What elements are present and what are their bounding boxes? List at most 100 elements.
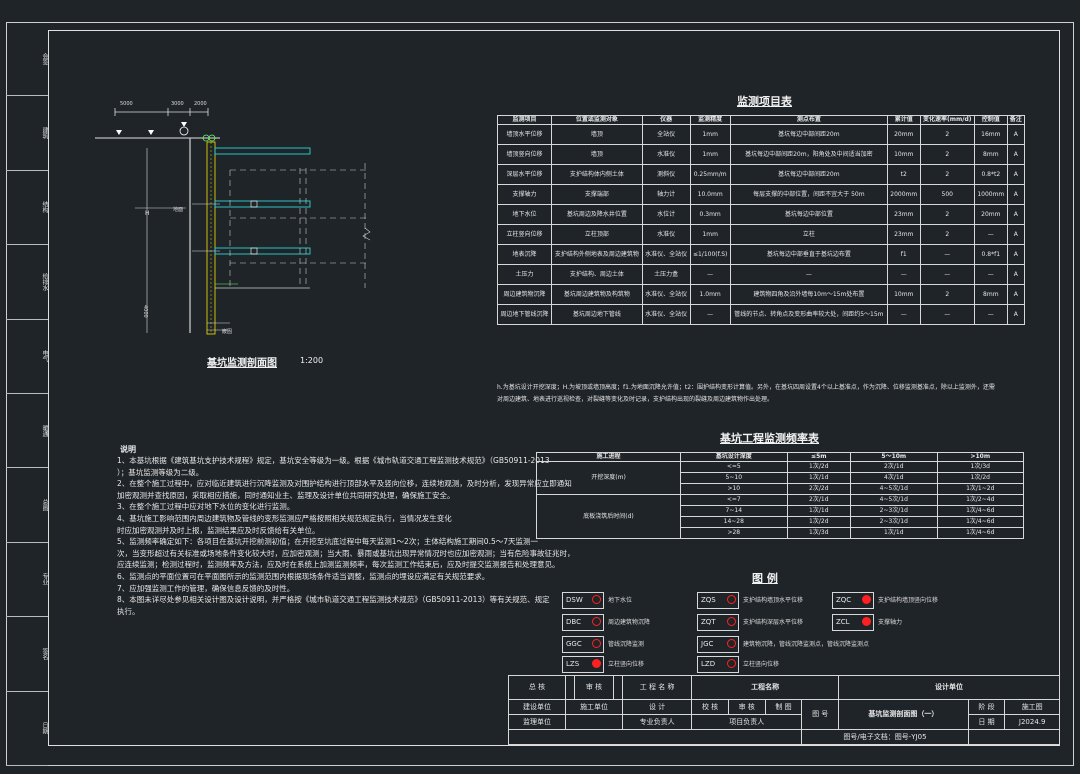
monitor-header-cell: 控制值 <box>974 115 1008 125</box>
monitor-cell: 1.0mm <box>689 284 731 305</box>
ground-label: 地面 <box>173 207 184 213</box>
monitor-cell: 16mm <box>974 124 1008 145</box>
notes-heading: 说明 <box>120 445 136 454</box>
section-drawing <box>95 108 371 335</box>
freq-header-cell: ≤5m <box>786 452 852 462</box>
section-title: 基坑监测剖面图 <box>207 358 277 369</box>
monitor-cell: — <box>974 264 1008 285</box>
monitor-cell: — <box>729 264 888 285</box>
dim-side: 4000 <box>142 305 148 318</box>
monitor-cell: 10mm <box>886 284 921 305</box>
legend-symbol-icon <box>727 639 736 648</box>
freq-cell: 1次/3d <box>786 527 852 539</box>
notes-line: 7、应加强监测工作的管理，确保信息反馈的及时性。 <box>117 583 295 593</box>
monitor-cell: A <box>1006 184 1026 205</box>
freq-cell: 1次/1d <box>786 505 852 517</box>
monitor-cell: 0.8*f1 <box>974 244 1008 265</box>
legend-item: ZQS 支护结构墙顶水平位移 <box>697 592 833 609</box>
monitor-cell: — <box>689 304 731 325</box>
monitor-cell: 23mm <box>886 224 921 245</box>
monitor-row: 周边建筑物沉降 基坑周边建筑物及构筑物 水准仪、全站仪 1.0mm 建筑物四角及沿外墙每… <box>496 284 1026 305</box>
notes-line: ）；基坑监测等级为二级。 <box>117 467 204 477</box>
monitor-cell: — <box>974 224 1008 245</box>
left-signature-strip: 会签 建筑 结构 给排水 电气 暖通 总图 专业 签名 日期 <box>6 22 48 766</box>
tb-date-label: 日 期 <box>967 714 1006 730</box>
dim-1: 5000 <box>120 101 133 107</box>
legend-item: ZCL 支撑轴力 <box>832 614 968 631</box>
monitor-header-cell: 备注 <box>1006 115 1026 125</box>
monitor-cell: 周边建筑物沉降 <box>496 284 553 305</box>
tb-stage-label: 阶 段 <box>967 699 1006 715</box>
monitor-cell: 23mm <box>886 204 921 225</box>
freq-table-title: 基坑工程监测频率表 <box>720 432 819 445</box>
monitor-cell: 墙顶水平位移 <box>496 124 553 145</box>
freq-cell: 2次/2d <box>786 483 852 495</box>
strip-cell: 总图 <box>6 468 48 543</box>
legend-desc: 支护结构墙顶水平位移 <box>743 597 804 604</box>
monitor-cell: 立柱顶部 <box>551 224 643 245</box>
monitor-cell: 基坑每边中部间距20m <box>729 124 888 145</box>
monitor-cell: 土压力盒 <box>641 264 691 285</box>
freq-cell: 1次/1d <box>786 472 852 484</box>
notes-line: 4、基坑施工影响范围内周边建筑物及管线的变形监测应严格按照相关规范规定执行，当情… <box>117 513 452 523</box>
monitor-header-cell: 测点布置 <box>729 115 888 125</box>
freq-cell: 1次/1~2d <box>936 483 1025 495</box>
monitor-cell: 地表沉降 <box>496 244 553 265</box>
monitor-cell: 水准仪 <box>641 144 691 165</box>
freq-cell: 2次/1d <box>786 494 852 506</box>
monitor-cell: 墙顶 <box>551 124 643 145</box>
strip-cell: 结构 <box>6 171 48 246</box>
legend-desc: 建筑物沉降，管线沉降监测点，管线沉降监测点 <box>743 641 870 648</box>
monitor-row: 墙顶竖向位移 墙顶 水准仪 1mm 基坑每边中部间距20m，阳角处及中间适当加密 10mm… <box>496 144 1026 165</box>
monitor-cell: A <box>1006 224 1026 245</box>
legend-desc: 立柱竖向位移 <box>608 661 645 668</box>
tb-stage: 施工图 <box>1004 699 1060 715</box>
monitor-cell: 墙顶竖向位移 <box>496 144 553 165</box>
legend-desc: 立柱竖向位移 <box>743 661 780 668</box>
monitor-header-cell: 监测精度 <box>689 115 731 125</box>
monitor-cell: 基坑周边建筑物及构筑物 <box>551 284 643 305</box>
monitor-cell: 周边地下管线沉降 <box>496 304 553 325</box>
freq-cell: 1次/2d <box>786 461 852 473</box>
monitor-cell: 10mm <box>886 144 921 165</box>
legend-desc: 周边建筑物沉降 <box>608 619 651 626</box>
freq-cell: 1次/4~6d <box>936 516 1025 528</box>
freq-cell: 1次/1d <box>850 527 938 539</box>
dim-3: 2000 <box>194 101 207 107</box>
tb-constr: 施工单位 <box>565 699 624 715</box>
legend-item: GGC 管线沉降监测 <box>562 636 698 653</box>
freq-cell: 2~3次/1d <box>850 516 938 528</box>
monitor-marker-icon <box>116 130 122 135</box>
monitor-cell: — <box>919 304 976 325</box>
monitor-cell: 测斜仪 <box>641 164 691 185</box>
monitor-cell: 1000mm <box>974 184 1008 205</box>
monitor-cell: 全站仪 <box>641 124 691 145</box>
freq-cell: 2~3次/1d <box>850 505 938 517</box>
notes-body: 1、本基坑根据《建筑基坑支护技术规程》规定，基坑安全等级为一级。根据《城市轨道交… <box>117 455 575 617</box>
monitor-cell: 0.25mm/m <box>689 164 731 185</box>
monitor-cell: A <box>1006 304 1026 325</box>
monitor-cell: t2 <box>886 164 921 185</box>
monitor-row: 地表沉降 支护结构外侧地表及周边建筑物 水准仪、全站仪 ≤1/100(f.S) 基坑每边… <box>496 244 1026 265</box>
legend-symbol-icon <box>862 617 871 626</box>
monitor-point-icon <box>179 126 189 136</box>
monitor-cell: A <box>1006 284 1026 305</box>
monitor-cell: 8mm <box>974 144 1008 165</box>
monitor-header-cell: 监测项目 <box>496 115 553 125</box>
monitor-cell: 水准仪、全站仪 <box>641 304 691 325</box>
tb-no-label: 图 号 <box>801 699 840 730</box>
monitor-header-cell: 累计值 <box>886 115 921 125</box>
legend-desc: 支护结构墙顶竖向位移 <box>878 597 939 604</box>
legend-symbol-icon <box>592 617 601 626</box>
legend-symbol-icon <box>727 595 736 604</box>
legend-desc: 地下水位 <box>608 597 633 604</box>
monitor-cell: 每层支撑的中部位置，间距不宜大于 50m <box>729 184 888 205</box>
monitor-cell: ≤1/100(f.S) <box>689 244 731 265</box>
strip-cell: 签名 <box>6 617 48 692</box>
freq-header-cell: 5～10m <box>850 452 938 462</box>
legend-desc: 管线沉降监测 <box>608 641 645 648</box>
monitor-cell: — <box>886 304 921 325</box>
monitor-cell: 深层水平位移 <box>496 164 553 185</box>
monitor-cell: A <box>1006 264 1026 285</box>
tb-no: J2024.9 <box>1004 714 1060 730</box>
